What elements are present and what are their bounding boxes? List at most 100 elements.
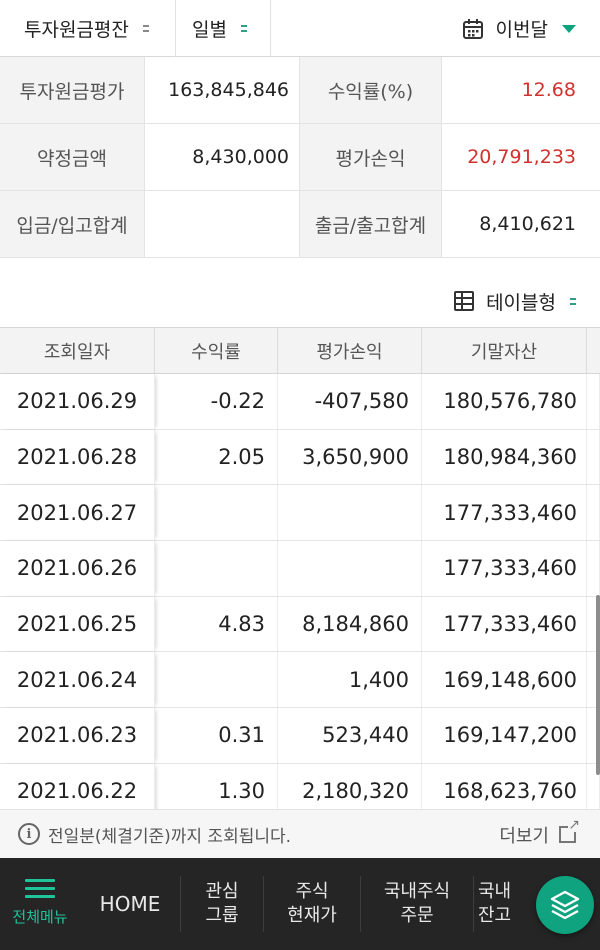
dropdown-handle-icon bbox=[240, 25, 247, 32]
more-link[interactable]: 더보기 bbox=[499, 810, 581, 859]
pnl-cell: 3,650,900 bbox=[278, 429, 422, 485]
summary-row: 입금/입고합계 출금/출고합계 8,410,621 bbox=[0, 191, 600, 258]
return-rate-cell: 1.30 bbox=[155, 763, 278, 809]
deposit-total-label: 입금/입고합계 bbox=[0, 191, 145, 257]
nav-all-menu-label: 전체메뉴 bbox=[12, 908, 68, 926]
return-rate-cell: 0.31 bbox=[155, 708, 278, 763]
return-rate-cell: -0.22 bbox=[155, 374, 278, 429]
table-row[interactable]: 2021.06.22 1.30 2,180,320 168,623,760 bbox=[0, 763, 600, 809]
daily-return-table[interactable]: 조회일자 수익률 평가손익 기말자산 2021.06.29 -0.22 -407,5… bbox=[0, 327, 600, 809]
table-icon bbox=[454, 291, 475, 311]
ending-asset-cell: 180,576,780 bbox=[422, 374, 587, 429]
principal-label: 투자원금평가 bbox=[0, 57, 145, 123]
return-rate-cell: 4.83 bbox=[155, 596, 278, 652]
ending-asset-cell: 168,623,760 bbox=[422, 763, 587, 809]
header-ending-asset: 기말자산 bbox=[422, 328, 587, 373]
nav-label-line: 주문 bbox=[400, 905, 434, 926]
date-cell: 2021.06.27 bbox=[0, 485, 155, 541]
table-header: 조회일자 수익률 평가손익 기말자산 bbox=[0, 328, 600, 374]
pnl-cell: 1,400 bbox=[278, 652, 422, 708]
notice-text: 전일분(체결기준)까지 조회됩니다. bbox=[48, 826, 292, 847]
return-rate-cell: 2.05 bbox=[155, 429, 278, 485]
pnl-cell: 2,180,320 bbox=[278, 763, 422, 809]
filter-bar: 투자원금평잔 일별 이번달 bbox=[0, 0, 600, 57]
header-pnl: 평가손익 bbox=[278, 328, 422, 373]
nav-all-menu[interactable]: 전체메뉴 bbox=[0, 858, 80, 950]
account-type-label: 투자원금평잔 bbox=[24, 19, 129, 41]
pnl-label: 평가손익 bbox=[300, 124, 442, 190]
overflow-cell bbox=[587, 374, 600, 429]
table-row[interactable]: 2021.06.26 177,333,460 bbox=[0, 541, 600, 597]
account-type-dropdown[interactable]: 투자원금평잔 bbox=[0, 0, 176, 57]
nav-home-label: HOME bbox=[99, 892, 161, 916]
table-view-toggle[interactable]: 테이블형 bbox=[454, 288, 576, 314]
pnl-cell bbox=[278, 485, 422, 541]
period-range-dropdown[interactable]: 이번달 bbox=[420, 0, 600, 57]
hamburger-icon bbox=[25, 879, 55, 898]
table-row[interactable]: 2021.06.25 4.83 8,184,860 177,333,460 bbox=[0, 596, 600, 653]
overflow-cell bbox=[587, 485, 600, 541]
notice-bar: i 전일분(체결기준)까지 조회됩니다. 더보기 bbox=[0, 809, 600, 858]
table-body: 2021.06.29 -0.22 -407,580 180,576,780 2021.0… bbox=[0, 374, 600, 809]
nav-label-line: 그룹 bbox=[205, 905, 239, 926]
table-view-label: 테이블형 bbox=[486, 291, 556, 314]
period-unit-label: 일별 bbox=[192, 19, 227, 41]
bottom-nav: 전체메뉴 HOME 관심 그룹 주식 현재가 국내주식 주문 국내 잔고 bbox=[0, 858, 600, 950]
pnl-cell: -407,580 bbox=[278, 374, 422, 429]
table-row[interactable]: 2021.06.29 -0.22 -407,580 180,576,780 bbox=[0, 374, 600, 430]
nav-stock-price[interactable]: 주식현재가 bbox=[264, 858, 360, 950]
ending-asset-cell: 177,333,460 bbox=[422, 541, 587, 596]
date-cell: 2021.06.28 bbox=[0, 429, 155, 485]
return-rate-label: 수익률(%) bbox=[300, 57, 442, 123]
header-return-rate: 수익률 bbox=[155, 328, 278, 373]
pnl-value: 20,791,233 bbox=[467, 146, 576, 168]
principal-value: 163,845,846 bbox=[145, 57, 300, 123]
ending-asset-cell: 177,333,460 bbox=[422, 485, 587, 541]
table-row[interactable]: 2021.06.24 1,400 169,148,600 bbox=[0, 652, 600, 709]
table-row[interactable]: 2021.06.28 2.05 3,650,900 180,984,360 bbox=[0, 429, 600, 486]
date-cell: 2021.06.23 bbox=[0, 708, 155, 763]
nav-label-line: 주식 bbox=[295, 881, 329, 902]
withdraw-total-label: 출금/출고합계 bbox=[300, 191, 442, 257]
period-unit-dropdown[interactable]: 일별 bbox=[176, 0, 271, 57]
nav-label-line: 국내주식 bbox=[383, 881, 451, 902]
nav-label-line: 국내 bbox=[478, 881, 512, 902]
pnl-cell bbox=[278, 541, 422, 596]
pnl-cell: 8,184,860 bbox=[278, 596, 422, 652]
summary-panel: 투자원금평가 163,845,846 수익률(%) 12.68 약정금액 8,4… bbox=[0, 57, 600, 258]
ending-asset-cell: 180,984,360 bbox=[422, 429, 587, 485]
date-cell: 2021.06.25 bbox=[0, 596, 155, 652]
ending-asset-cell: 177,333,460 bbox=[422, 596, 587, 652]
nav-label-line: 잔고 bbox=[478, 905, 512, 926]
pnl-cell: 523,440 bbox=[278, 708, 422, 763]
return-rate-cell bbox=[155, 485, 278, 541]
external-link-icon bbox=[559, 818, 581, 843]
date-cell: 2021.06.22 bbox=[0, 763, 155, 809]
summary-row: 투자원금평가 163,845,846 수익률(%) 12.68 bbox=[0, 57, 600, 124]
date-cell: 2021.06.24 bbox=[0, 652, 155, 708]
overflow-cell bbox=[587, 429, 600, 485]
header-overflow-column bbox=[587, 328, 600, 373]
ending-asset-cell: 169,147,200 bbox=[422, 708, 587, 763]
table-row[interactable]: 2021.06.27 177,333,460 bbox=[0, 485, 600, 542]
return-rate-value: 12.68 bbox=[521, 79, 576, 101]
nav-home[interactable]: HOME bbox=[80, 858, 180, 950]
nav-label-line: 관심 bbox=[205, 881, 239, 902]
header-date: 조회일자 bbox=[0, 328, 155, 373]
summary-row: 약정금액 8,430,000 평가손익 20,791,233 bbox=[0, 124, 600, 191]
table-row[interactable]: 2021.06.23 0.31 523,440 169,147,200 bbox=[0, 708, 600, 764]
overflow-cell bbox=[587, 541, 600, 596]
nav-domestic-order[interactable]: 국내주식주문 bbox=[361, 858, 473, 950]
chevron-down-icon bbox=[562, 24, 576, 33]
scrollbar[interactable] bbox=[596, 595, 600, 775]
calendar-icon bbox=[462, 18, 483, 39]
nav-domestic-balance[interactable]: 국내잔고 bbox=[474, 858, 514, 950]
layers-fab-button[interactable] bbox=[536, 876, 594, 934]
nav-watch-group[interactable]: 관심그룹 bbox=[181, 858, 263, 950]
date-cell: 2021.06.26 bbox=[0, 541, 155, 596]
nav-label-line: 현재가 bbox=[287, 905, 337, 926]
period-range-label: 이번달 bbox=[495, 19, 548, 41]
contract-amount-label: 약정금액 bbox=[0, 124, 145, 190]
return-rate-cell bbox=[155, 541, 278, 596]
date-cell: 2021.06.29 bbox=[0, 374, 155, 429]
